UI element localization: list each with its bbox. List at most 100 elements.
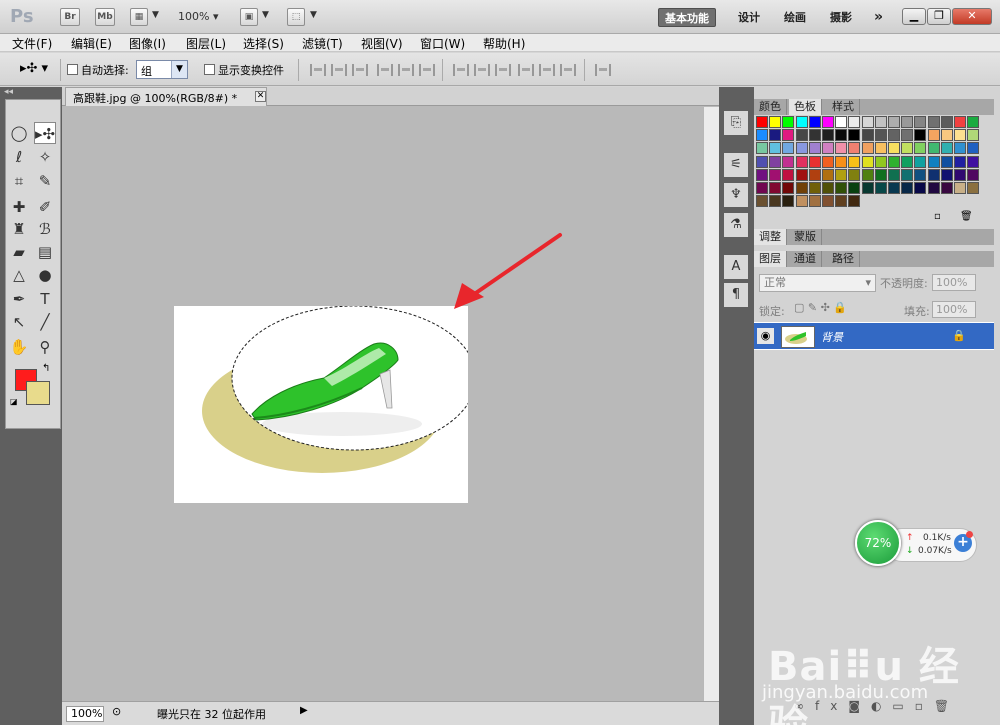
bridge-button[interactable]: Br <box>60 8 80 26</box>
menu-image[interactable]: 图像(I) <box>129 35 166 52</box>
tab-paths[interactable]: 路径 <box>827 251 860 267</box>
color-swatch[interactable] <box>927 155 940 168</box>
blend-mode-select[interactable]: 正常 ▾ <box>759 274 876 292</box>
menu-layer[interactable]: 图层(L) <box>186 35 226 52</box>
color-swatch[interactable] <box>927 142 940 155</box>
collapse-icon[interactable]: ◂◂ <box>4 87 13 97</box>
color-swatch[interactable] <box>835 129 848 142</box>
move-tool-preset-icon[interactable]: ▸✣ ▾ <box>20 61 48 76</box>
color-swatch[interactable] <box>795 182 808 194</box>
auto-select-dropdown[interactable]: 组 ▼ <box>136 60 188 79</box>
color-swatch[interactable] <box>874 155 887 168</box>
marquee-tool-icon[interactable]: ◯ <box>8 122 30 144</box>
color-swatch[interactable] <box>940 182 953 194</box>
color-swatch[interactable] <box>874 129 887 142</box>
align-right-icon[interactable] <box>419 64 435 76</box>
brush-presets-panel-icon[interactable]: ⚟ <box>724 153 748 177</box>
align-vcenter-icon[interactable] <box>331 64 347 76</box>
history-panel-icon[interactable]: ⎘ <box>724 111 748 135</box>
character-panel-icon[interactable]: A <box>724 255 748 279</box>
color-swatch[interactable] <box>756 168 768 181</box>
auto-select-checkbox[interactable] <box>67 64 78 75</box>
default-colors-icon[interactable]: ◪ <box>10 397 18 406</box>
color-swatch[interactable] <box>914 155 927 168</box>
color-swatch[interactable] <box>822 142 834 155</box>
document-tab[interactable]: 高跟鞋.jpg @ 100%(RGB/8#) * ✕ <box>65 87 267 106</box>
color-swatch[interactable] <box>914 116 927 128</box>
color-swatch[interactable] <box>808 155 821 168</box>
color-swatch[interactable] <box>914 182 927 194</box>
menu-filter[interactable]: 滤镜(T) <box>302 35 343 52</box>
menu-help[interactable]: 帮助(H) <box>483 35 525 52</box>
color-swatch[interactable] <box>927 168 940 181</box>
type-tool-icon[interactable]: T <box>34 288 56 310</box>
color-swatch[interactable] <box>927 182 940 194</box>
color-swatch[interactable] <box>835 195 848 208</box>
view-extras-button[interactable]: ▦ <box>130 8 148 26</box>
color-swatch[interactable] <box>914 129 927 142</box>
color-swatch[interactable] <box>782 195 795 208</box>
color-swatch[interactable] <box>848 168 861 181</box>
healing-brush-tool-icon[interactable]: ✚ <box>8 196 30 218</box>
color-swatch[interactable] <box>954 129 966 142</box>
distribute-right-icon[interactable] <box>560 64 576 76</box>
color-swatch[interactable] <box>888 142 900 155</box>
color-swatch[interactable] <box>874 142 887 155</box>
color-swatch[interactable] <box>967 116 980 128</box>
history-brush-tool-icon[interactable]: ℬ <box>34 218 56 240</box>
color-swatch[interactable] <box>769 155 782 168</box>
color-swatch[interactable] <box>954 155 966 168</box>
color-swatch[interactable] <box>888 116 900 128</box>
color-swatch[interactable] <box>861 168 874 181</box>
color-swatch[interactable] <box>756 142 768 155</box>
color-swatch[interactable] <box>861 155 874 168</box>
color-swatch[interactable] <box>914 142 927 155</box>
pen-tool-icon[interactable]: ✒ <box>8 288 30 310</box>
color-swatch[interactable] <box>901 116 914 128</box>
color-swatch[interactable] <box>835 168 848 181</box>
color-swatch[interactable] <box>769 182 782 194</box>
vertical-scrollbar[interactable] <box>703 107 719 701</box>
eyedropper-tool-icon[interactable]: ✎ <box>34 170 56 192</box>
color-swatch[interactable] <box>822 168 834 181</box>
color-swatch[interactable] <box>835 182 848 194</box>
color-swatch[interactable] <box>808 195 821 208</box>
color-swatch[interactable] <box>874 168 887 181</box>
color-swatch[interactable] <box>940 116 953 128</box>
view-extras-dropdown-icon[interactable]: ▼ <box>152 10 159 20</box>
color-swatch[interactable] <box>848 116 861 128</box>
tab-masks[interactable]: 蒙版 <box>789 229 822 245</box>
zoom-level-select[interactable]: 100% ▾ <box>178 10 218 23</box>
color-swatch[interactable] <box>954 142 966 155</box>
color-swatch[interactable] <box>822 116 834 128</box>
color-swatch[interactable] <box>940 142 953 155</box>
color-swatch[interactable] <box>967 129 980 142</box>
menu-select[interactable]: 选择(S) <box>243 35 284 52</box>
color-swatch[interactable] <box>769 195 782 208</box>
color-swatch[interactable] <box>927 116 940 128</box>
color-swatch[interactable] <box>967 182 980 194</box>
lasso-tool-icon[interactable]: ℓ <box>8 146 30 168</box>
menu-view[interactable]: 视图(V) <box>361 35 403 52</box>
color-swatch[interactable] <box>901 168 914 181</box>
tab-color[interactable]: 颜色 <box>754 99 787 115</box>
clone-source-panel-icon[interactable]: ♆ <box>724 183 748 207</box>
menu-window[interactable]: 窗口(W) <box>420 35 465 52</box>
color-swatch[interactable] <box>795 142 808 155</box>
eraser-tool-icon[interactable]: ▰ <box>8 241 30 263</box>
color-swatch[interactable] <box>954 116 966 128</box>
color-swatch[interactable] <box>954 168 966 181</box>
color-swatch[interactable] <box>861 142 874 155</box>
color-swatch[interactable] <box>756 116 768 128</box>
color-swatch[interactable] <box>967 142 980 155</box>
color-swatch[interactable] <box>835 116 848 128</box>
layer-row-background[interactable]: ◉ 背景 🔒 <box>754 322 994 350</box>
color-swatch[interactable] <box>874 182 887 194</box>
color-swatch[interactable] <box>808 182 821 194</box>
color-swatch[interactable] <box>795 129 808 142</box>
blur-tool-icon[interactable]: △ <box>8 264 30 286</box>
color-swatch[interactable] <box>835 142 848 155</box>
paragraph-panel-icon[interactable]: ¶ <box>724 283 748 307</box>
align-bottom-icon[interactable] <box>352 64 368 76</box>
tab-swatches[interactable]: 色板 <box>789 99 822 115</box>
